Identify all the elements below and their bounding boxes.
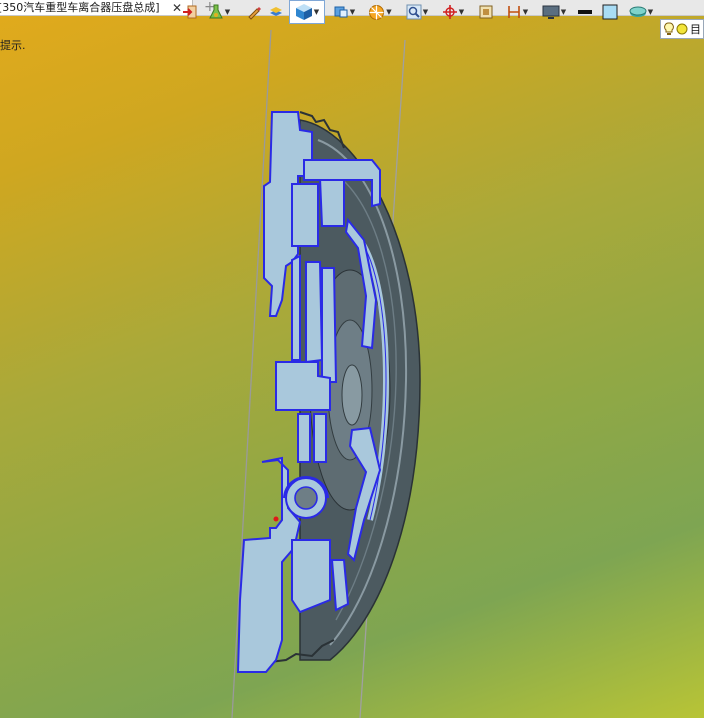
clutch-pressure-plate-model[interactable] [236, 111, 421, 673]
model-viewport[interactable] [0, 0, 704, 718]
red-marker-icon [273, 516, 279, 522]
